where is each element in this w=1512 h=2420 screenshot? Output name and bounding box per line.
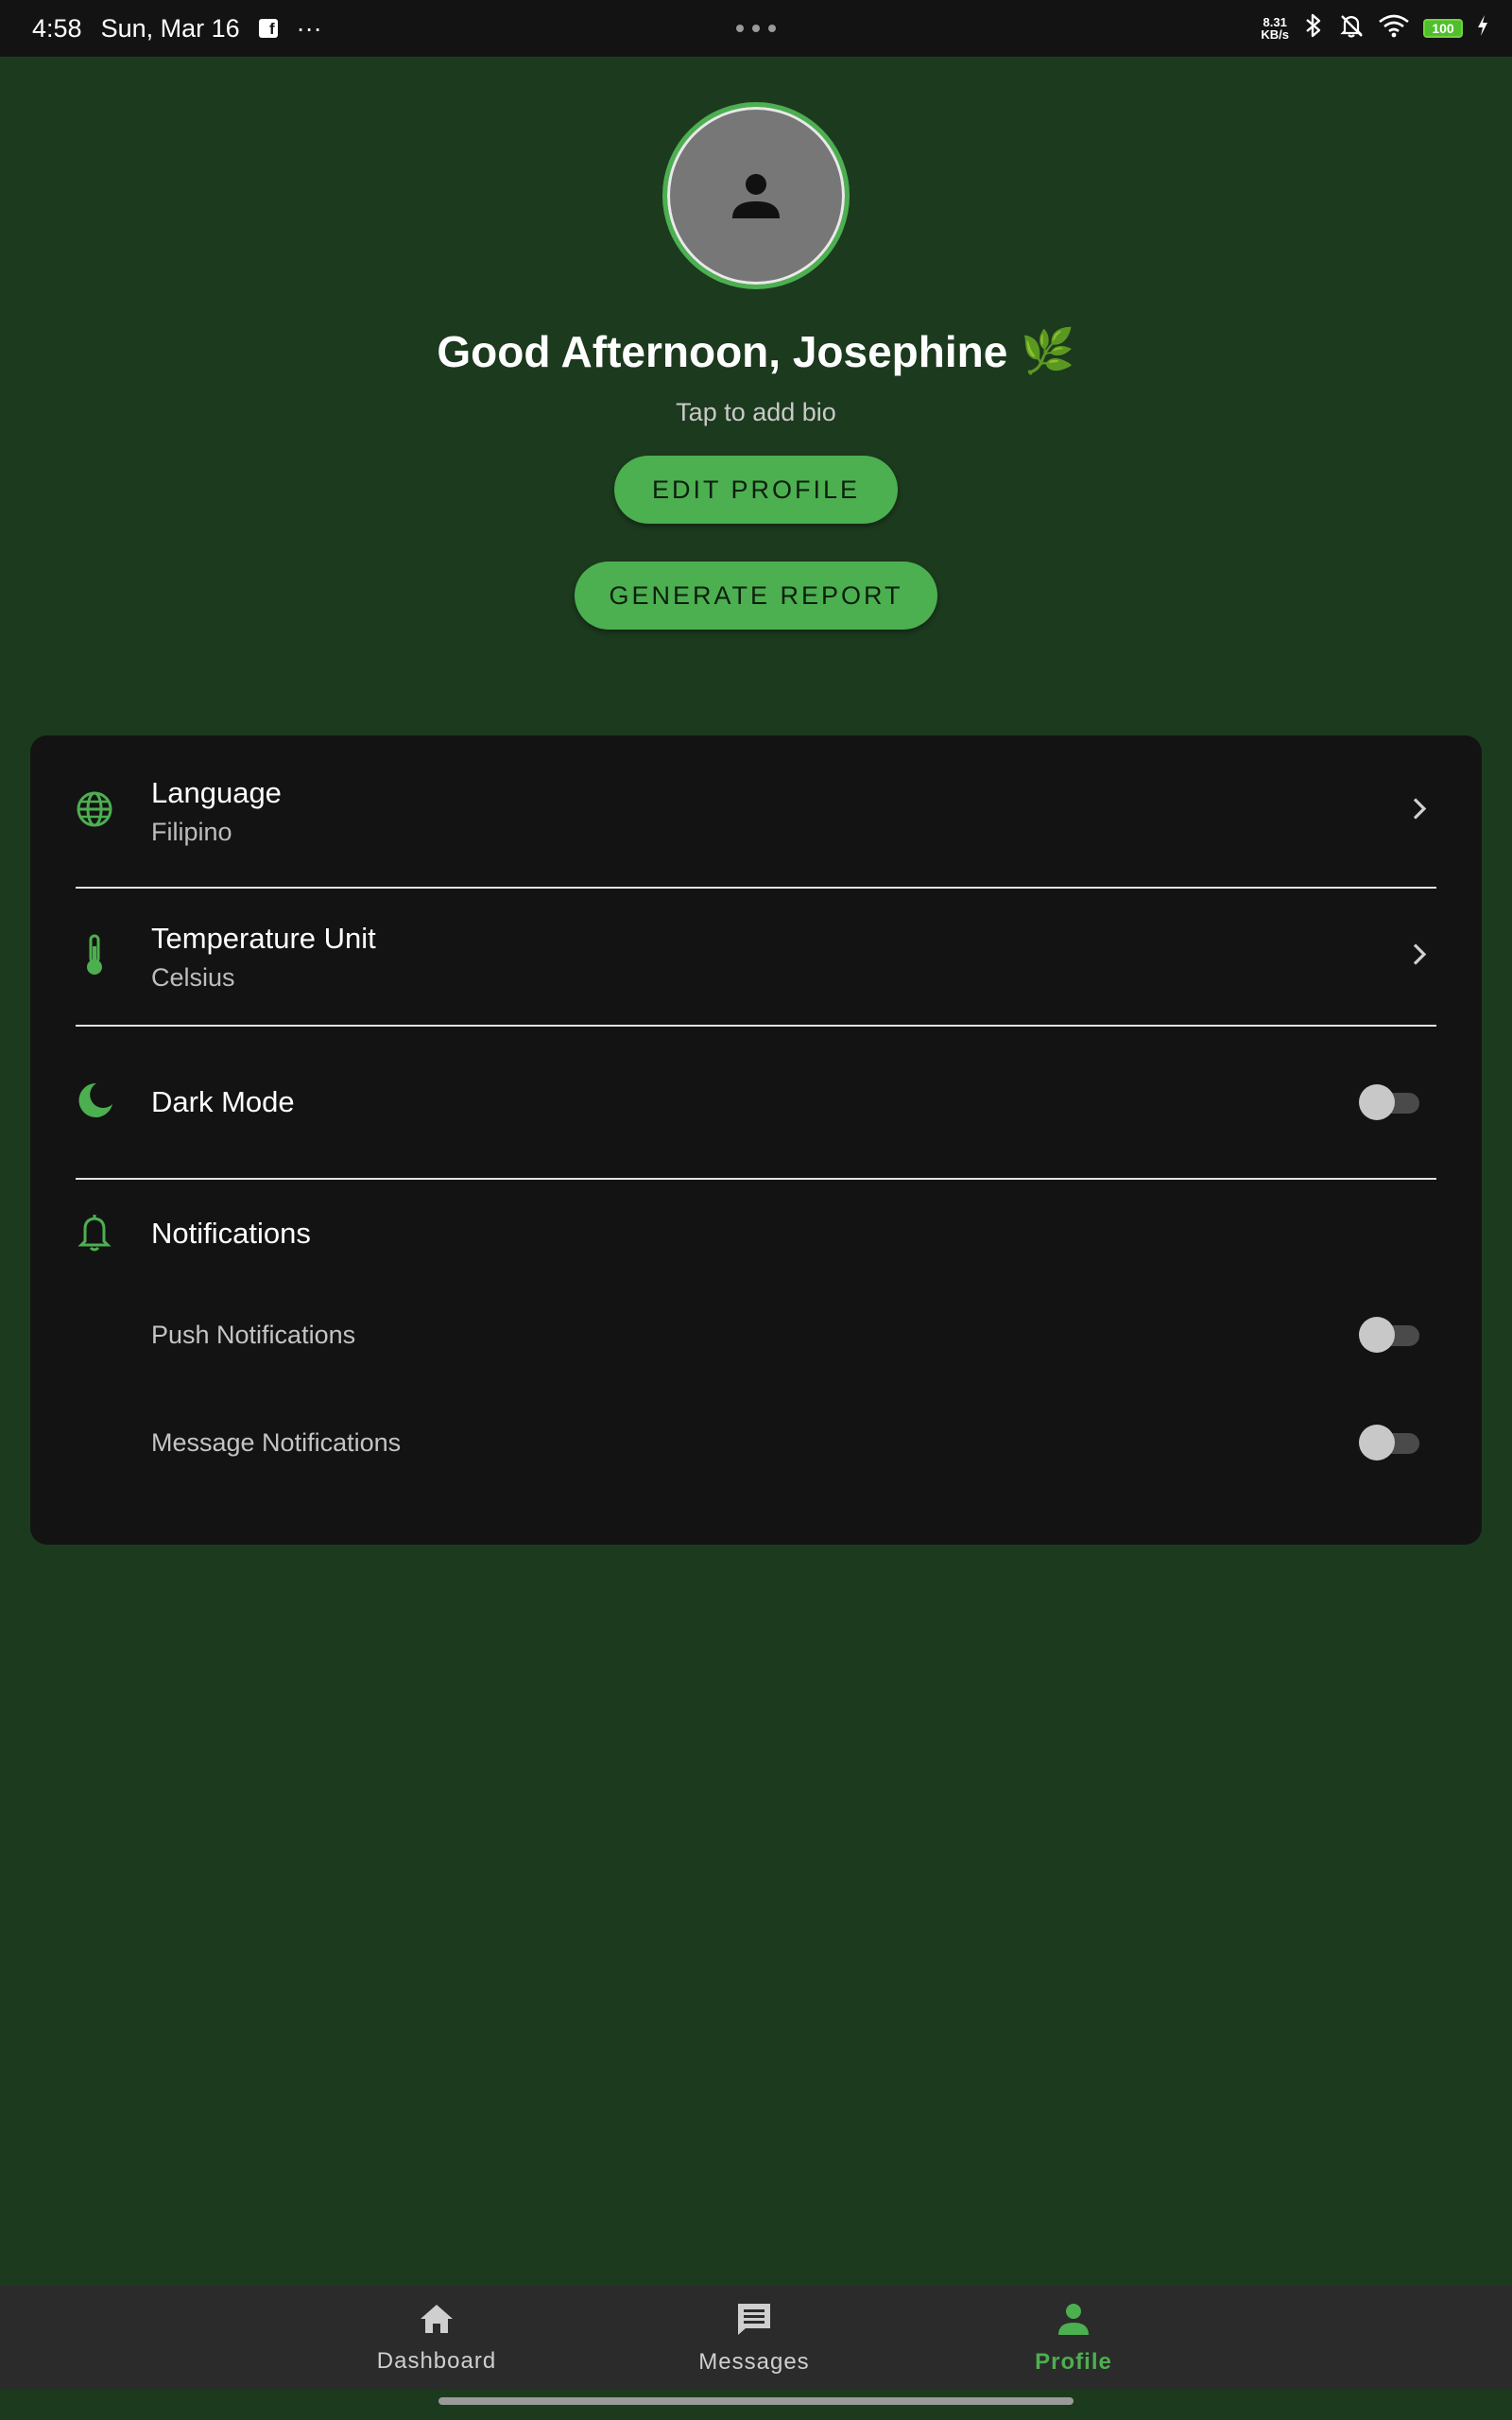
facebook-notification-icon: f [258,19,278,38]
battery-indicator: 100 [1423,19,1463,38]
globe-icon [76,790,113,833]
message-notifications-setting: Message Notifications [76,1382,1436,1503]
network-speed-unit: KB/s [1261,27,1289,42]
handle-dot [752,25,760,32]
status-date: Sun, Mar 16 [100,13,240,43]
chevron-right-icon [1410,795,1429,828]
herb-emoji: 🌿 [1021,326,1075,375]
thermometer-icon [76,933,113,981]
dark-mode-setting: Dark Mode [76,1027,1436,1180]
network-speed: 8.31 KB/s [1261,16,1289,41]
nav-item-profile[interactable]: Profile [970,2286,1177,2390]
push-notifications-setting: Push Notifications [76,1288,1436,1382]
settings-card: Language Filipino Temperature Unit Celsi… [30,735,1482,1545]
bluetooth-icon [1302,12,1325,45]
toggle-thumb [1359,1317,1395,1353]
moon-icon [76,1080,115,1125]
person-icon [728,165,784,227]
message-notifications-label: Message Notifications [151,1427,402,1457]
nav-label-profile: Profile [1035,2348,1112,2375]
generate-report-button[interactable]: GENERATE REPORT [575,562,937,630]
language-value: Filipino [151,817,232,846]
notifications-section-header: Notifications [76,1180,1436,1288]
temperature-unit-title: Temperature Unit [151,921,376,955]
nav-label-messages: Messages [698,2348,810,2375]
handle-dot [736,25,744,32]
gesture-area [0,2390,1512,2420]
home-icon [418,2302,455,2342]
toggle-thumb [1359,1425,1395,1461]
nav-label-dashboard: Dashboard [376,2347,497,2374]
status-more-icon: ··· [296,13,322,43]
wifi-icon [1378,13,1410,44]
greeting-heading: Good Afternoon, Josephine 🌿 [437,325,1074,377]
handle-dot [768,25,776,32]
person-icon [1055,2301,1092,2343]
dark-mode-toggle[interactable] [1359,1083,1419,1121]
push-notifications-toggle[interactable] [1359,1316,1419,1354]
push-notifications-label: Push Notifications [151,1320,356,1349]
message-notifications-toggle[interactable] [1359,1424,1419,1461]
profile-header: Good Afternoon, Josephine 🌿 Tap to add b… [0,57,1512,630]
notifications-title: Notifications [151,1217,311,1250]
status-bar: 4:58 Sun, Mar 16 f ··· 8.31 KB/s 100 [0,0,1512,57]
edit-profile-button[interactable]: EDIT PROFILE [614,456,898,524]
home-gesture-bar[interactable] [438,2397,1074,2405]
charging-icon [1476,14,1489,43]
bio-placeholder[interactable]: Tap to add bio [676,398,836,427]
bell-muted-icon [1338,12,1365,45]
toggle-thumb [1359,1084,1395,1120]
bottom-navigation: Dashboard Messages Profile [0,2286,1512,2390]
greeting-text: Good Afternoon, Josephine [437,326,1008,376]
dark-mode-title: Dark Mode [151,1085,295,1118]
avatar[interactable] [662,102,850,289]
bell-icon [76,1211,113,1257]
multiwindow-handle[interactable] [736,0,776,57]
status-time: 4:58 [32,13,82,43]
language-setting[interactable]: Language Filipino [76,735,1436,889]
language-title: Language [151,775,282,809]
chevron-right-icon [1410,941,1429,974]
nav-item-dashboard[interactable]: Dashboard [333,2286,541,2390]
temperature-unit-value: Celsius [151,962,235,992]
temperature-unit-setting[interactable]: Temperature Unit Celsius [76,889,1436,1027]
message-icon [735,2301,773,2343]
nav-item-messages[interactable]: Messages [650,2286,858,2390]
